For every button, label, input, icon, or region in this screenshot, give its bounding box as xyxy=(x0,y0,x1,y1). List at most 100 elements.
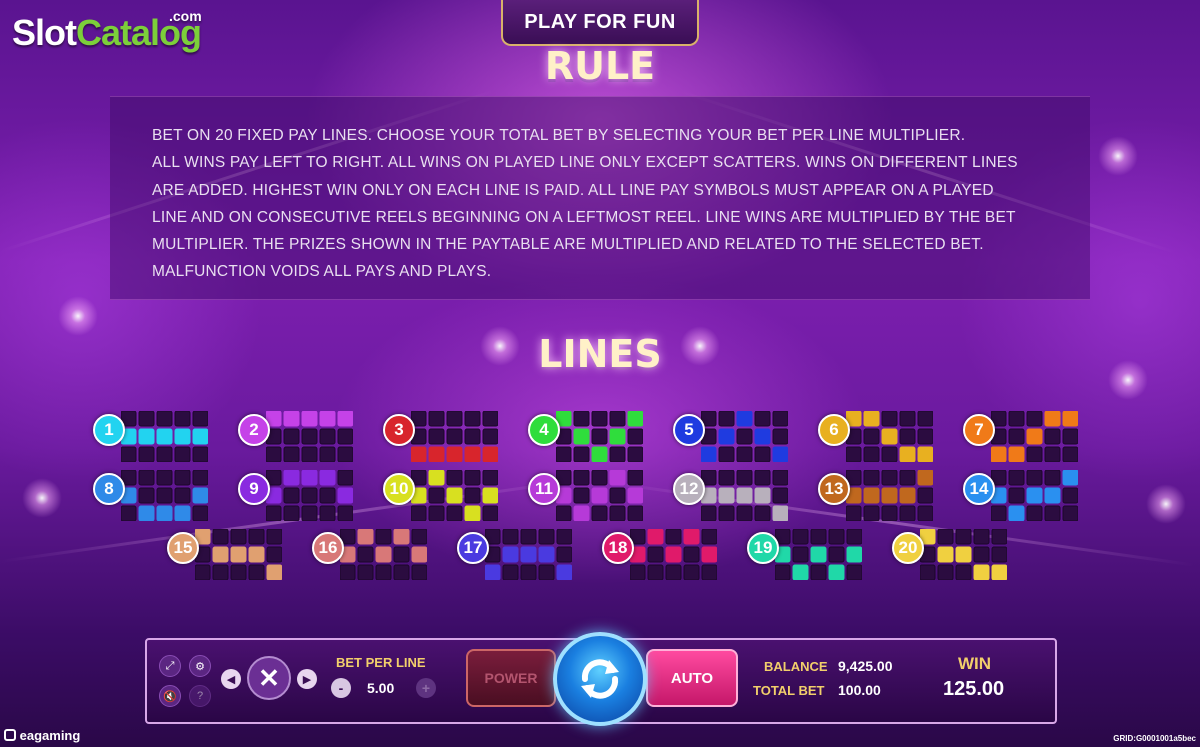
payline-cell xyxy=(828,529,845,545)
payline-cell xyxy=(573,446,590,462)
payline-cell xyxy=(1044,428,1061,445)
left-arrow-icon[interactable]: ◀ xyxy=(221,669,241,689)
balance-label: BALANCE xyxy=(764,659,828,674)
payline-cell xyxy=(627,470,643,486)
payline-cell xyxy=(736,428,753,445)
payline-cell xyxy=(718,446,735,462)
payline-cell xyxy=(683,546,700,563)
payline-number: 13 xyxy=(818,473,850,505)
payline-cell-active xyxy=(319,411,336,427)
payline-cell xyxy=(138,446,155,462)
payline-cell-active xyxy=(485,564,501,580)
payline-cell xyxy=(573,411,590,427)
payline-cell xyxy=(955,529,972,545)
payline-cell xyxy=(754,446,771,462)
settings-icon[interactable]: ⚙ xyxy=(189,655,211,677)
payline-11: 11 xyxy=(528,463,660,521)
payline-20: 20 xyxy=(892,522,1024,580)
payline-cell-active xyxy=(446,446,463,462)
payline-cell-active xyxy=(991,564,1007,580)
eagaming-logo: eagaming xyxy=(4,728,80,743)
payline-cell-active xyxy=(591,446,608,462)
power-button[interactable]: POWER xyxy=(466,649,556,707)
payline-pattern xyxy=(485,529,572,580)
payline-cell xyxy=(428,428,445,445)
payline-5: 5 xyxy=(673,404,805,462)
payline-cell-active xyxy=(810,546,827,563)
payline-cell-active xyxy=(881,428,898,445)
payline-cell-active xyxy=(192,487,208,504)
payline-cell-active xyxy=(937,546,954,563)
payline-cell xyxy=(718,470,735,486)
payline-cell xyxy=(736,446,753,462)
payline-cell-active xyxy=(411,546,427,563)
payline-cell xyxy=(937,529,954,545)
payline-cell xyxy=(665,529,682,545)
payline-cell xyxy=(283,487,300,504)
payline-cell xyxy=(899,505,916,521)
payline-pattern xyxy=(991,470,1078,521)
payline-cell xyxy=(683,564,700,580)
payline-cell xyxy=(319,487,336,504)
payline-cell xyxy=(428,505,445,521)
payline-cell xyxy=(357,564,374,580)
payline-pattern xyxy=(195,529,282,580)
payline-cell-active xyxy=(138,428,155,445)
payline-8: 8 xyxy=(93,463,225,521)
payline-13: 13 xyxy=(818,463,950,521)
payline-pattern xyxy=(920,529,1007,580)
rules-line: MULTIPLIER. THE PRIZES SHOWN IN THE PAYT… xyxy=(152,236,984,254)
bet-plus-button[interactable]: + xyxy=(416,678,436,698)
close-icon[interactable]: ✕ xyxy=(247,656,291,700)
payline-1: 1 xyxy=(93,404,225,462)
payline-cell xyxy=(266,546,282,563)
footer-brand-text: eagaming xyxy=(19,728,81,743)
payline-cell-active xyxy=(591,487,608,504)
payline-cell xyxy=(573,487,590,504)
auto-button[interactable]: AUTO xyxy=(646,649,738,707)
balance-value: 9,425.00 xyxy=(838,658,893,674)
play-for-fun-button[interactable]: PLAY FOR FUN xyxy=(501,0,699,46)
sound-icon[interactable]: 🔇 xyxy=(159,685,181,707)
payline-cell xyxy=(1026,411,1043,427)
logo-suffix: .com xyxy=(169,8,202,24)
payline-cell xyxy=(591,428,608,445)
payline-cell-active xyxy=(482,487,498,504)
payline-cell xyxy=(899,470,916,486)
payline-pattern xyxy=(121,411,208,462)
payline-cell xyxy=(792,529,809,545)
payline-cell-active xyxy=(955,546,972,563)
info-icon[interactable]: ? xyxy=(189,685,211,707)
payline-cell xyxy=(1044,470,1061,486)
payline-cell xyxy=(446,428,463,445)
payline-cell xyxy=(337,505,353,521)
payline-cell xyxy=(538,529,555,545)
sparkle xyxy=(1098,136,1138,176)
payline-cell xyxy=(937,564,954,580)
spin-button[interactable] xyxy=(553,632,647,726)
fullscreen-icon[interactable]: ⤢ xyxy=(159,655,181,677)
payline-cell xyxy=(446,411,463,427)
payline-cell-active xyxy=(138,505,155,521)
payline-cell-active xyxy=(248,546,265,563)
payline-pattern xyxy=(266,470,353,521)
bet-minus-button[interactable]: - xyxy=(331,678,351,698)
right-arrow-icon[interactable]: ▶ xyxy=(297,669,317,689)
payline-cell xyxy=(828,546,845,563)
payline-cell-active xyxy=(520,546,537,563)
payline-cell-active xyxy=(174,505,191,521)
payline-cell xyxy=(174,470,191,486)
payline-cell-active xyxy=(1026,487,1043,504)
payline-cell xyxy=(701,564,717,580)
payline-cell xyxy=(609,487,626,504)
sparkle xyxy=(58,296,98,336)
payline-pattern xyxy=(411,470,498,521)
payline-cell-active xyxy=(917,446,933,462)
payline-cell xyxy=(917,487,933,504)
payline-cell xyxy=(772,411,788,427)
payline-cell-active xyxy=(627,411,643,427)
payline-pattern xyxy=(411,411,498,462)
payline-cell-active xyxy=(1026,428,1043,445)
payline-cell-active xyxy=(375,546,392,563)
payline-cell xyxy=(1044,505,1061,521)
